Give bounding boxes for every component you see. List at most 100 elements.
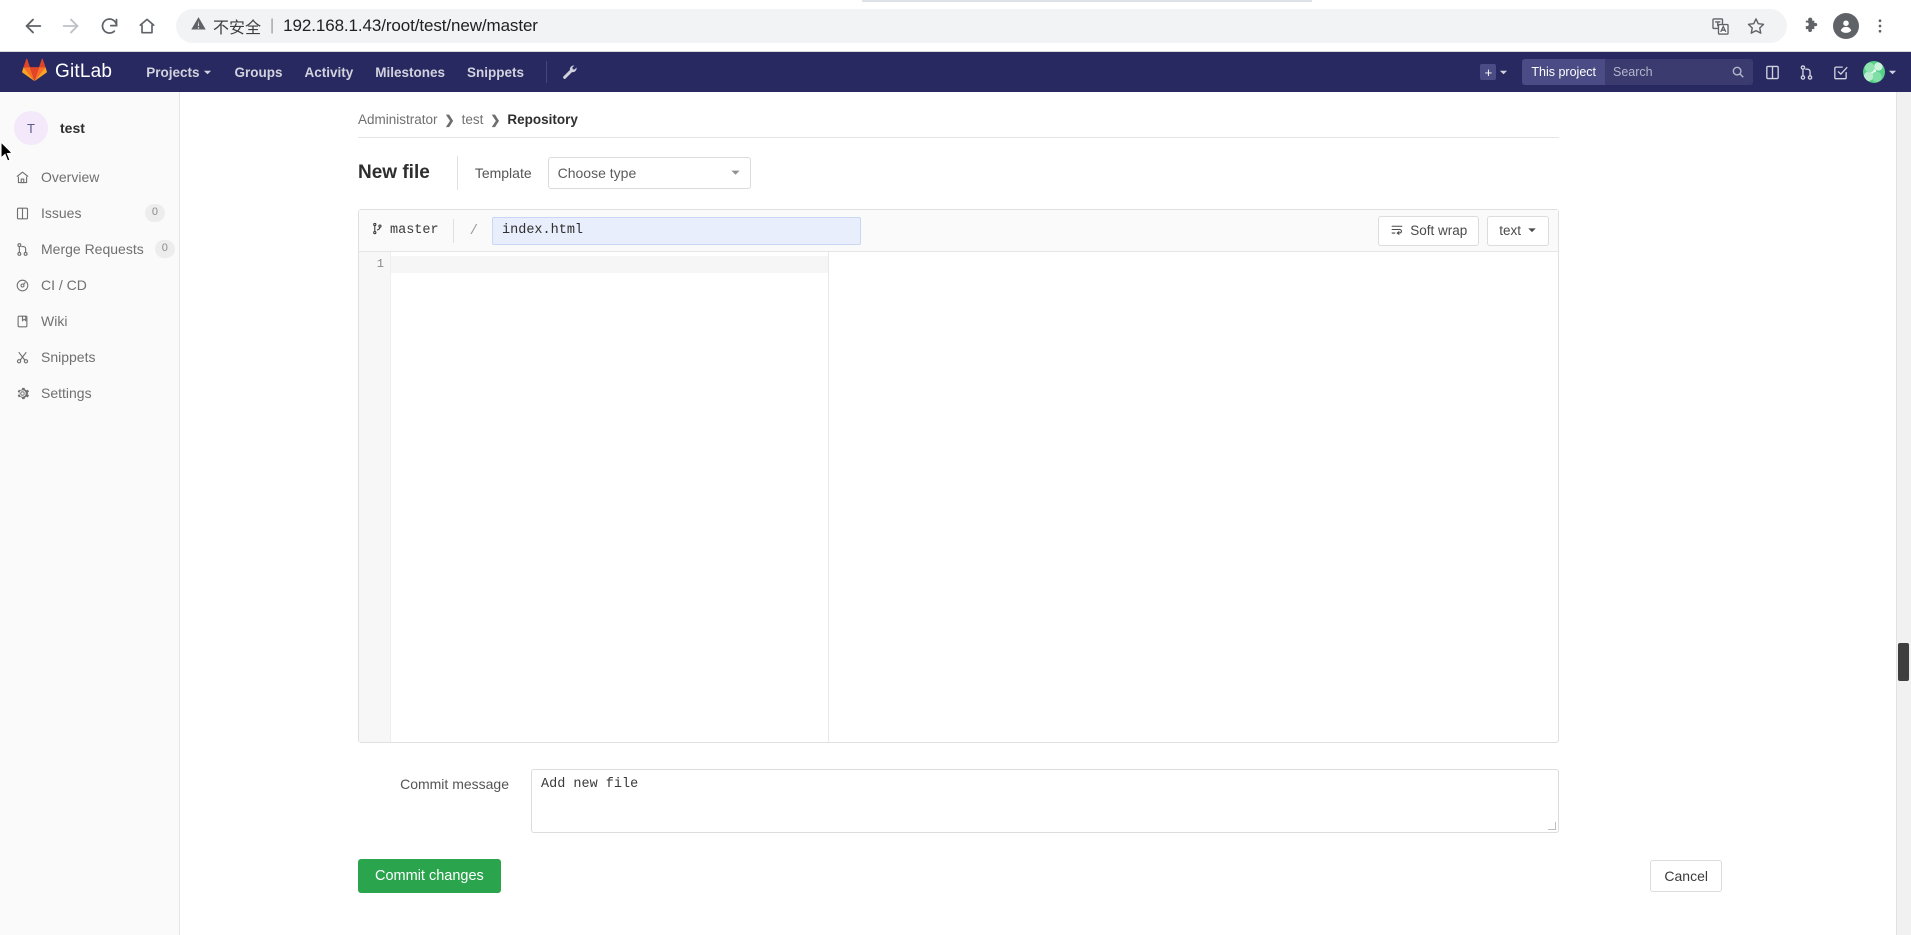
- resize-handle[interactable]: [1548, 822, 1556, 830]
- breadcrumb-item-repository: Repository: [507, 112, 578, 127]
- issues-icon: [14, 206, 30, 221]
- omnibox-separator: |: [270, 17, 275, 34]
- star-icon[interactable]: [1739, 9, 1773, 43]
- translate-icon[interactable]: [1703, 9, 1737, 43]
- search-placeholder: Search: [1613, 65, 1653, 79]
- gitlab-top-navbar: GitLab Projects Groups Activity Mileston…: [0, 52, 1911, 92]
- soft-wrap-icon: [1390, 223, 1404, 239]
- rocket-gauge-icon: [14, 278, 30, 293]
- nav-link-label: Projects: [146, 64, 200, 80]
- nav-link-snippets[interactable]: Snippets: [467, 65, 524, 80]
- sidebar-item-label: Overview: [41, 169, 100, 185]
- plus-icon: +: [1480, 64, 1497, 80]
- reload-button[interactable]: [90, 7, 128, 45]
- security-warning-text: 不安全: [213, 20, 262, 37]
- chevron-right-icon: ❯: [444, 112, 455, 127]
- gitlab-fox-logo: [22, 58, 47, 87]
- file-editor-card: master / index.html Soft wrap text 1: [358, 209, 1559, 743]
- browser-toolbar: 不安全 | 192.168.1.43/root/test/new/master: [0, 0, 1911, 52]
- nav-link-label: Groups: [234, 64, 283, 80]
- new-item-button[interactable]: +: [1476, 64, 1512, 80]
- branch-name: master: [390, 223, 439, 238]
- search-magnifier-icon: [1731, 65, 1745, 79]
- merge-requests-icon: [14, 242, 30, 257]
- nav-link-label: Milestones: [375, 64, 446, 80]
- project-sidebar: T test Overview Issues 0 Merge Requests …: [0, 92, 180, 935]
- cancel-button[interactable]: Cancel: [1650, 860, 1722, 892]
- nav-link-label: Activity: [304, 64, 354, 80]
- user-menu-button[interactable]: [1863, 61, 1897, 83]
- chevron-down-icon: [1527, 223, 1537, 238]
- template-type-select[interactable]: Choose type: [547, 157, 751, 189]
- new-file-header: New file Template Choose type: [358, 156, 1911, 190]
- line-number: 1: [376, 257, 384, 271]
- nav-link-groups[interactable]: Groups: [234, 65, 282, 80]
- code-editor[interactable]: 1 <h1> Hello Word!!!</h1>: [359, 252, 1558, 742]
- page-body: T test Overview Issues 0 Merge Requests …: [0, 92, 1911, 935]
- sidebar-item-settings[interactable]: Settings: [0, 375, 179, 411]
- sidebar-item-label: Settings: [41, 385, 92, 401]
- home-button[interactable]: [128, 7, 166, 45]
- chevron-right-icon: ❯: [490, 112, 501, 127]
- soft-wrap-button[interactable]: Soft wrap: [1378, 215, 1480, 246]
- project-avatar: T: [14, 111, 48, 145]
- branch-fork-icon: [371, 222, 384, 240]
- sidebar-item-snippets[interactable]: Snippets: [0, 339, 179, 375]
- editor-toolbar-actions: Soft wrap text: [1378, 215, 1549, 246]
- commit-message-value: Add new file: [541, 777, 639, 792]
- page-scrollbar[interactable]: [1896, 92, 1911, 935]
- sidebar-project-header[interactable]: T test: [0, 102, 179, 159]
- account-avatar-icon[interactable]: [1829, 9, 1863, 43]
- scissors-icon: [14, 350, 30, 365]
- gear-icon: [14, 386, 30, 401]
- navbar-issues-icon[interactable]: [1757, 57, 1787, 87]
- sidebar-item-merge-requests[interactable]: Merge Requests 0: [0, 231, 179, 267]
- forward-button[interactable]: [52, 7, 90, 45]
- editor-mode-select[interactable]: text: [1487, 215, 1549, 246]
- wrench-admin-icon[interactable]: [561, 64, 578, 81]
- back-button[interactable]: [14, 7, 52, 45]
- editor-toolbar: master / index.html Soft wrap text: [359, 210, 1558, 252]
- address-bar[interactable]: 不安全 | 192.168.1.43/root/test/new/master: [176, 9, 1787, 43]
- sidebar-item-label: Snippets: [41, 349, 96, 365]
- page-title: New file: [358, 156, 458, 190]
- navbar-merge-requests-icon[interactable]: [1791, 57, 1821, 87]
- nav-divider: [546, 61, 548, 83]
- commit-changes-button[interactable]: Commit changes: [358, 859, 501, 893]
- three-dot-menu-icon[interactable]: [1863, 9, 1897, 43]
- sidebar-item-wiki[interactable]: Wiki: [0, 303, 179, 339]
- scrollbar-thumb[interactable]: [1898, 643, 1909, 681]
- soft-wrap-label: Soft wrap: [1410, 223, 1468, 238]
- navbar-right-actions: + This project Search: [1476, 57, 1897, 87]
- filename-input[interactable]: index.html: [492, 216, 862, 245]
- breadcrumb-item-administrator[interactable]: Administrator: [358, 112, 438, 127]
- chevron-down-icon: [1888, 70, 1897, 74]
- user-avatar: [1863, 61, 1885, 83]
- gitlab-home-link[interactable]: GitLab: [22, 58, 112, 87]
- main-content: Administrator ❯ test ❯ Repository New fi…: [180, 92, 1911, 935]
- sidebar-item-issues[interactable]: Issues 0: [0, 195, 179, 231]
- search-bar[interactable]: This project Search: [1522, 59, 1753, 85]
- sidebar-item-label: CI / CD: [41, 277, 87, 293]
- status-badge: 0: [154, 240, 175, 258]
- chevron-down-icon: [204, 70, 212, 74]
- sidebar-item-overview[interactable]: Overview: [0, 159, 179, 195]
- navbar-todos-checkbox-icon[interactable]: [1825, 57, 1855, 87]
- warning-triangle-icon: [190, 15, 207, 37]
- search-input[interactable]: Search: [1605, 59, 1753, 85]
- commit-actions: Commit changes Cancel: [358, 859, 1722, 893]
- nav-link-activity[interactable]: Activity: [304, 65, 353, 80]
- commit-message-label: Commit message: [400, 776, 509, 792]
- home-icon: [139, 18, 155, 34]
- sidebar-item-ci-cd[interactable]: CI / CD: [0, 267, 179, 303]
- site-security-indicator[interactable]: 不安全: [190, 14, 261, 38]
- breadcrumb-item-test[interactable]: test: [462, 112, 484, 127]
- code-pane[interactable]: <h1> Hello Word!!!</h1>: [391, 252, 1558, 742]
- puzzle-piece-icon[interactable]: [1795, 9, 1829, 43]
- chevron-down-icon: [1500, 70, 1508, 74]
- search-scope-label[interactable]: This project: [1522, 59, 1605, 85]
- commit-message-input[interactable]: Add new file: [531, 769, 1559, 833]
- nav-link-projects[interactable]: Projects: [146, 65, 212, 80]
- template-label: Template: [474, 165, 532, 181]
- nav-link-milestones[interactable]: Milestones: [375, 65, 445, 80]
